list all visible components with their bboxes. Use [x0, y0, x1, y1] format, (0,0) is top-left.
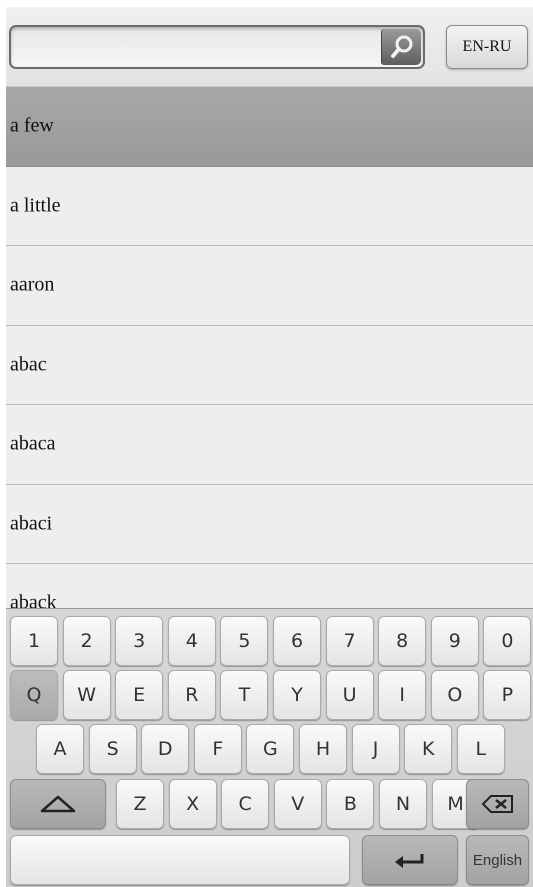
word-list-item[interactable]: abaca	[6, 405, 533, 485]
key-h[interactable]: H	[299, 724, 347, 774]
key-n[interactable]: N	[379, 779, 427, 829]
key-c[interactable]: C	[221, 779, 270, 829]
key-k[interactable]: K	[404, 724, 453, 774]
key-i[interactable]: I	[378, 670, 427, 720]
word-label: abaca	[10, 432, 56, 455]
key-o[interactable]: O	[430, 670, 479, 720]
enter-key[interactable]	[362, 835, 458, 885]
key-4[interactable]: 4	[167, 616, 216, 666]
word-list-item[interactable]: abaci	[6, 484, 533, 564]
language-key-label: English	[472, 851, 523, 869]
search-field[interactable]	[9, 25, 425, 69]
key-a[interactable]: A	[36, 724, 84, 774]
word-list: a few a little aaron abac abaca abaci aback	[6, 87, 533, 644]
key-u[interactable]: U	[325, 670, 374, 720]
word-list-item[interactable]: abac	[6, 325, 533, 405]
key-x[interactable]: X	[168, 779, 217, 829]
search-input[interactable]	[15, 30, 383, 64]
key-8[interactable]: 8	[378, 616, 427, 666]
word-list-item[interactable]: a little	[6, 166, 533, 246]
key-2[interactable]: 2	[62, 616, 111, 666]
shift-key[interactable]	[10, 779, 106, 829]
key-t[interactable]: T	[220, 670, 269, 720]
word-label: aaron	[10, 273, 55, 296]
key-s[interactable]: S	[88, 724, 137, 774]
key-3[interactable]: 3	[115, 616, 164, 666]
word-label: a little	[10, 194, 61, 217]
key-r[interactable]: R	[167, 670, 216, 720]
key-d[interactable]: D	[141, 724, 190, 774]
key-5[interactable]: 5	[220, 616, 269, 666]
key-0[interactable]: 0	[483, 616, 532, 666]
language-key[interactable]: English	[466, 835, 529, 885]
backspace-icon	[481, 795, 513, 813]
key-b[interactable]: B	[326, 779, 375, 829]
search-bar: EN-RU	[6, 7, 533, 87]
key-w[interactable]: W	[62, 670, 111, 720]
key-e[interactable]: E	[115, 670, 164, 720]
backspace-key[interactable]	[466, 779, 529, 829]
key-6[interactable]: 6	[273, 616, 321, 666]
key-q[interactable]: Q	[10, 670, 58, 720]
key-f[interactable]: F	[193, 724, 242, 774]
word-label: abaci	[10, 512, 53, 535]
key-9[interactable]: 9	[430, 616, 479, 666]
word-label: a few	[10, 114, 54, 137]
screen: EN-RU a few a little aaron abac abaca abaci ab…	[6, 7, 533, 887]
key-p[interactable]: P	[483, 670, 532, 720]
key-1[interactable]: 1	[10, 616, 58, 666]
search-button[interactable]	[381, 29, 421, 65]
on-screen-keyboard: 1 2 3 4 5 6 7 8 9 0 Q W E R T Y U I O P A S D F G H J K L Z X C V B N M Engl…	[6, 608, 533, 887]
word-list-item[interactable]: a few	[6, 87, 533, 167]
key-7[interactable]: 7	[325, 616, 374, 666]
enter-icon	[395, 854, 424, 868]
space-key[interactable]	[10, 835, 350, 885]
key-v[interactable]: V	[273, 779, 322, 829]
language-pair-button[interactable]: EN-RU	[446, 25, 528, 69]
word-label: abac	[10, 353, 47, 376]
search-icon	[390, 35, 412, 58]
key-y[interactable]: Y	[273, 670, 321, 720]
word-list-item[interactable]: aaron	[6, 246, 533, 326]
key-z[interactable]: Z	[116, 779, 164, 829]
shift-icon	[40, 795, 76, 813]
key-j[interactable]: J	[351, 724, 400, 774]
key-g[interactable]: G	[246, 724, 295, 774]
key-l[interactable]: L	[456, 724, 505, 774]
